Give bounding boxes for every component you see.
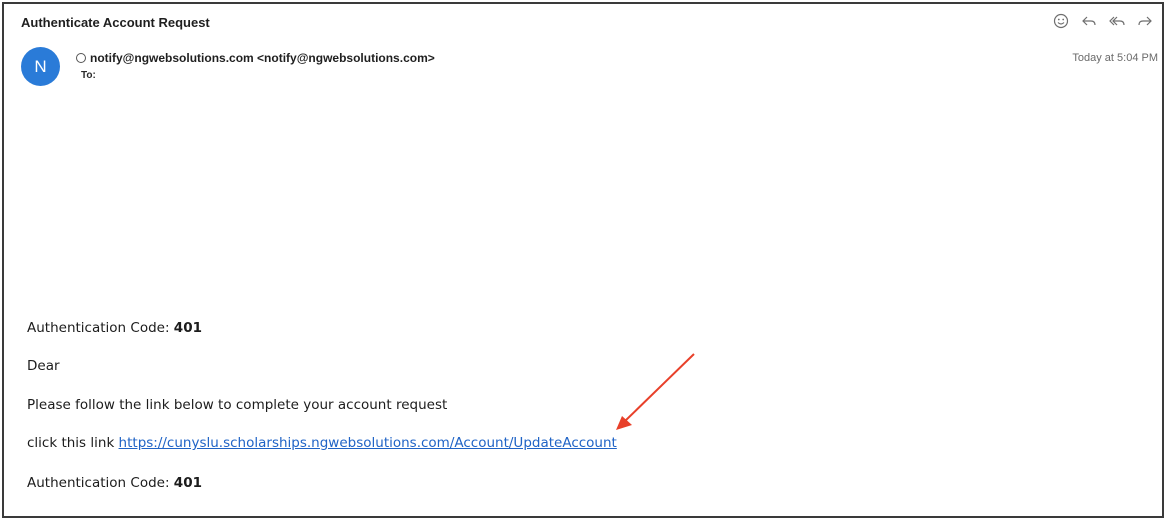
email-subject: Authenticate Account Request [21, 15, 210, 30]
auth-code-line-2: Authentication Code: 401 [27, 475, 202, 491]
auth-code-value: 401 [173, 320, 202, 336]
email-toolbar [1052, 12, 1154, 30]
sender-address[interactable]: notify@ngwebsolutions.com <notify@ngwebs… [90, 51, 435, 65]
sender-line[interactable]: notify@ngwebsolutions.com <notify@ngwebs… [76, 51, 435, 65]
sender-avatar: N [21, 47, 60, 86]
unread-dot-icon [76, 53, 86, 63]
email-date: Today at 5:04 PM [1072, 52, 1158, 64]
auth-code-label: Authentication Code: [27, 475, 174, 491]
auth-code-value: 401 [173, 475, 202, 491]
greeting: Dear [27, 358, 60, 374]
auth-code-label: Authentication Code: [27, 320, 174, 336]
auth-code-line-1: Authentication Code: 401 [27, 320, 202, 336]
annotation-arrow-icon [616, 353, 695, 430]
forward-icon[interactable] [1136, 12, 1154, 30]
recipient-label: To: [81, 70, 96, 81]
smiley-icon[interactable] [1052, 12, 1070, 30]
link-prefix: click this link [27, 435, 119, 451]
reply-all-icon[interactable] [1108, 12, 1126, 30]
phishing-link[interactable]: https://cunyslu.scholarships.ngwebsoluti… [119, 435, 617, 451]
link-line: click this link https://cunyslu.scholars… [27, 435, 617, 451]
instruction-text: Please follow the link below to complete… [27, 397, 448, 413]
reply-icon[interactable] [1080, 12, 1098, 30]
